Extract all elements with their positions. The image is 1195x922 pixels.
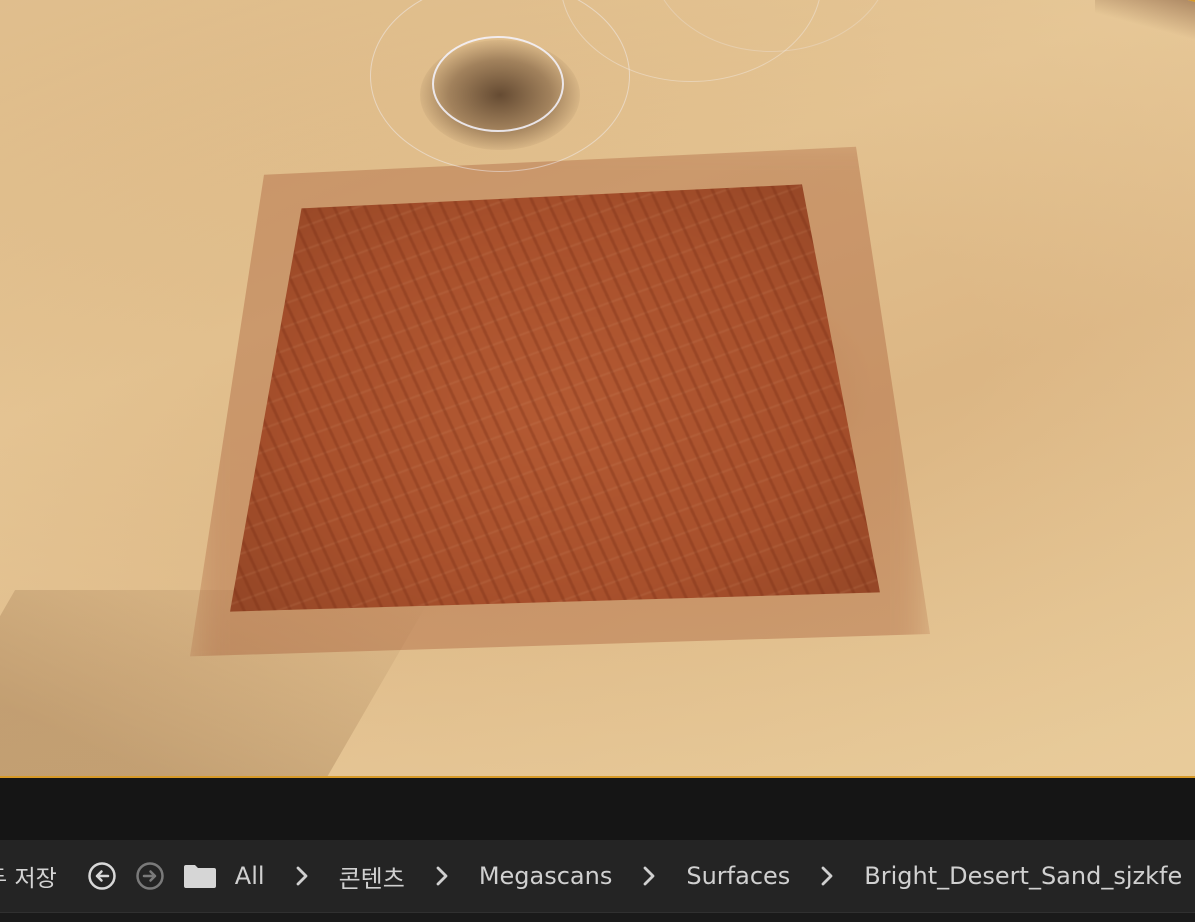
- breadcrumb-all[interactable]: All: [235, 862, 265, 890]
- chevron-right-icon: [807, 865, 847, 887]
- back-arrow-circle-icon[interactable]: [87, 861, 117, 891]
- breadcrumb-megascans[interactable]: Megascans: [479, 862, 613, 890]
- brush-inner-ring: [432, 36, 564, 132]
- save-all-button[interactable]: 두 저장: [0, 859, 57, 893]
- painted-terrain-patch: [230, 184, 880, 612]
- chevron-right-icon: [282, 865, 322, 887]
- breadcrumb-bright-desert-sand[interactable]: Bright_Desert_Sand_sjzkfe: [864, 862, 1182, 890]
- breadcrumb-content[interactable]: 콘텐츠: [339, 859, 405, 894]
- chevron-right-icon: [422, 865, 462, 887]
- level-viewport[interactable]: [0, 0, 1195, 778]
- content-browser-pathbar: 두 저장 All 콘텐츠 Megascans Surfaces Bright_D…: [0, 840, 1195, 912]
- folder-icon: [183, 863, 217, 889]
- chevron-right-icon: [629, 865, 669, 887]
- forward-arrow-circle-icon[interactable]: [135, 861, 165, 891]
- panel-divider: [0, 778, 1195, 840]
- breadcrumb-surfaces[interactable]: Surfaces: [686, 862, 790, 890]
